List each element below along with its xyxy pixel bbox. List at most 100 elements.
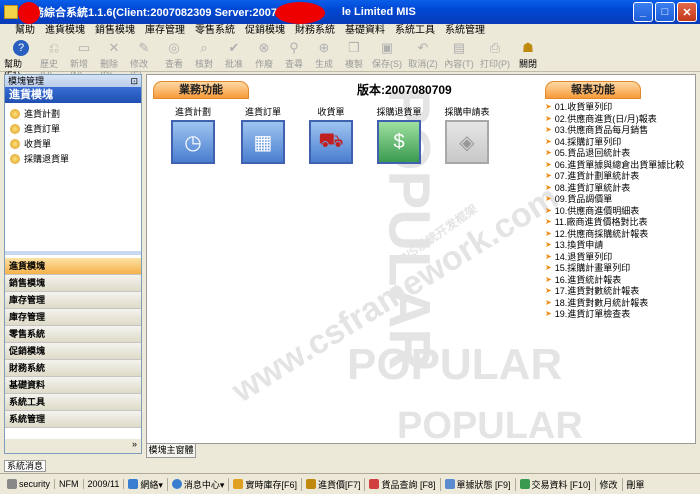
void-icon: ⊗ [258,40,270,55]
feature-receipt[interactable]: 收貨單 ⛟ [301,105,361,164]
cancel-button[interactable]: ↶ 取消(Z) [406,38,440,70]
toolbar: ?幫助(F1) ⎌歷史(H) ▭新增(N) ✕刪除(D) ✎修改(E) ◎查看 … [0,38,700,80]
menu-purchase[interactable]: 進貨模塊 [40,24,90,38]
status-bar: security NFM 2009/11 網絡▾ 消息中心▾ 實時庫存[F6] … [0,473,700,494]
new-button[interactable]: ▭新增(N) [70,38,98,80]
print-icon: ⎙ [489,40,501,55]
report-link[interactable]: ➤ 19.進貨訂單檢查表 [545,308,690,320]
category-purchase[interactable]: 進貨模塊 [5,258,141,275]
plan-clock-icon: ◷ [171,120,215,164]
menu-basic-data[interactable]: 基礎資料 [340,24,390,38]
approve-icon: ✔ [228,40,240,55]
transaction-data-button[interactable]: 交易資料 [F10] [516,477,596,491]
purchase-price-button[interactable]: 進貨價[F7] [302,477,366,491]
category-inventory-2[interactable]: 庫存管理 [5,309,141,326]
document-icon [444,479,455,489]
void-button[interactable]: ⊗ 作廢 [250,38,278,70]
network-button[interactable]: 網絡▾ [124,477,168,491]
module-item-list: 進貨計劃 進貨訂單 收貨單 採購退貨單 [5,103,141,166]
help-button[interactable]: ?幫助(F1) [4,38,38,80]
generate-button[interactable]: ⊕ 生成 [310,38,338,70]
feature-purchase-plan[interactable]: 進貨計劃 ◷ [163,105,223,164]
arrow-icon: ➤ [545,136,552,146]
category-retail[interactable]: 零售系統 [5,326,141,343]
menu-promotion[interactable]: 促銷模塊 [240,24,290,38]
menu-retail[interactable]: 零售系統 [190,24,240,38]
arrow-icon: ➤ [545,194,552,204]
gear-icon [10,123,20,134]
message-center-button[interactable]: 消息中心▾ [168,477,230,491]
close-window-button[interactable]: ✕ [677,2,697,22]
pin-icon[interactable]: ⊡ [130,75,138,87]
module-item-purchase-return[interactable]: 採購退貨單 [10,151,141,166]
history-button[interactable]: ⎌歷史(H) [40,38,68,80]
feature-purchase-order[interactable]: 進貨訂單 ▦ [233,105,293,164]
gear-icon [10,153,20,164]
menu-sales[interactable]: 銷售模塊 [90,24,140,38]
category-finance[interactable]: 財務系統 [5,360,141,377]
more-categories-button[interactable]: » [5,439,141,453]
check-button[interactable]: ⌕ 核對 [190,38,218,70]
arrow-icon: ➤ [545,263,552,273]
close-button[interactable]: ☗ 關閉 [514,38,542,70]
category-promotion[interactable]: 促銷模塊 [5,343,141,360]
query-icon: ⚲ [289,40,299,55]
window-title-suffix: le Limited MIS [341,6,416,18]
arrow-icon: ➤ [545,171,552,181]
module-item-purchase-order[interactable]: 進貨訂單 [10,121,141,136]
realtime-stock-button[interactable]: 實時庫存[F6] [229,477,302,491]
print-button[interactable]: ⎙ 打印(P) [478,38,512,70]
module-item-purchase-plan[interactable]: 進貨計劃 [10,106,141,121]
tab-main-window[interactable]: 模塊主窗體 [146,444,196,458]
category-sales[interactable]: 銷售模塊 [5,275,141,292]
redaction-mark [18,2,40,24]
maximize-button[interactable]: □ [655,2,675,22]
status-security: security [3,479,56,489]
category-system[interactable]: 系統管理 [5,411,141,428]
arrow-icon: ➤ [545,159,552,169]
status-nfm: NFM [55,479,84,489]
network-icon [128,479,139,489]
approve-button[interactable]: ✔ 批准 [220,38,248,70]
data-icon [519,479,530,489]
menu-bar: 幫助 進貨模塊 銷售模塊 庫存管理 零售系統 促銷模塊 財務系統 基礎資料 系統… [0,24,700,38]
category-basic-data[interactable]: 基礎資料 [5,377,141,394]
category-tools[interactable]: 系統工具 [5,394,141,411]
menu-finance[interactable]: 財務系統 [290,24,340,38]
arrow-icon: ➤ [545,205,552,215]
edit-button[interactable]: ✎修改(E) [130,38,158,80]
module-item-receipt[interactable]: 收貨單 [10,136,141,151]
arrow-icon: ➤ [545,228,552,238]
feature-purchase-return[interactable]: 採購退貨單 $ [369,105,429,164]
report-functions-header: 報表功能 [545,81,641,99]
content-icon: ▤ [452,40,466,55]
menu-system[interactable]: 系統管理 [440,24,490,38]
price-icon [305,479,316,489]
feature-purchase-request[interactable]: 採購申請表 ◈ [437,105,497,164]
menu-inventory[interactable]: 庫存管理 [140,24,190,38]
status-delete: 刪單 [626,479,645,490]
menu-help[interactable]: 幫助 [10,24,40,38]
document-status-button[interactable]: 單據狀態 [F9] [441,477,516,491]
watermark: C/S系統开发框架 [396,201,480,267]
help-icon: ? [13,40,29,56]
gear-icon [10,108,20,119]
view-button[interactable]: ◎ 查看 [160,38,188,70]
copy-button[interactable]: ❐ 複製 [340,38,368,70]
save-button[interactable]: ▣ 保存(S) [370,38,404,70]
category-inventory[interactable]: 庫存管理 [5,292,141,309]
arrow-icon: ➤ [545,182,552,192]
query-button[interactable]: ⚲ 查尋 [280,38,308,70]
product-query-button[interactable]: 貨品查詢 [F8] [365,477,441,491]
content-button[interactable]: ▤ 內容(T) [442,38,476,70]
window-title: 業務綜合系統1.1.6(Client:2007082309 Server:200… [22,7,312,19]
history-icon: ⎌ [48,40,60,55]
minimize-button[interactable]: _ [633,2,653,22]
check-icon: ⌕ [200,40,208,55]
save-icon: ▣ [380,40,394,55]
delete-icon: ✕ [108,40,120,55]
menu-tools[interactable]: 系統工具 [390,24,440,38]
panel-splitter[interactable] [5,251,141,255]
delete-button[interactable]: ✕刪除(D) [100,38,128,80]
system-message-tab[interactable]: 系統消息 [4,460,46,472]
